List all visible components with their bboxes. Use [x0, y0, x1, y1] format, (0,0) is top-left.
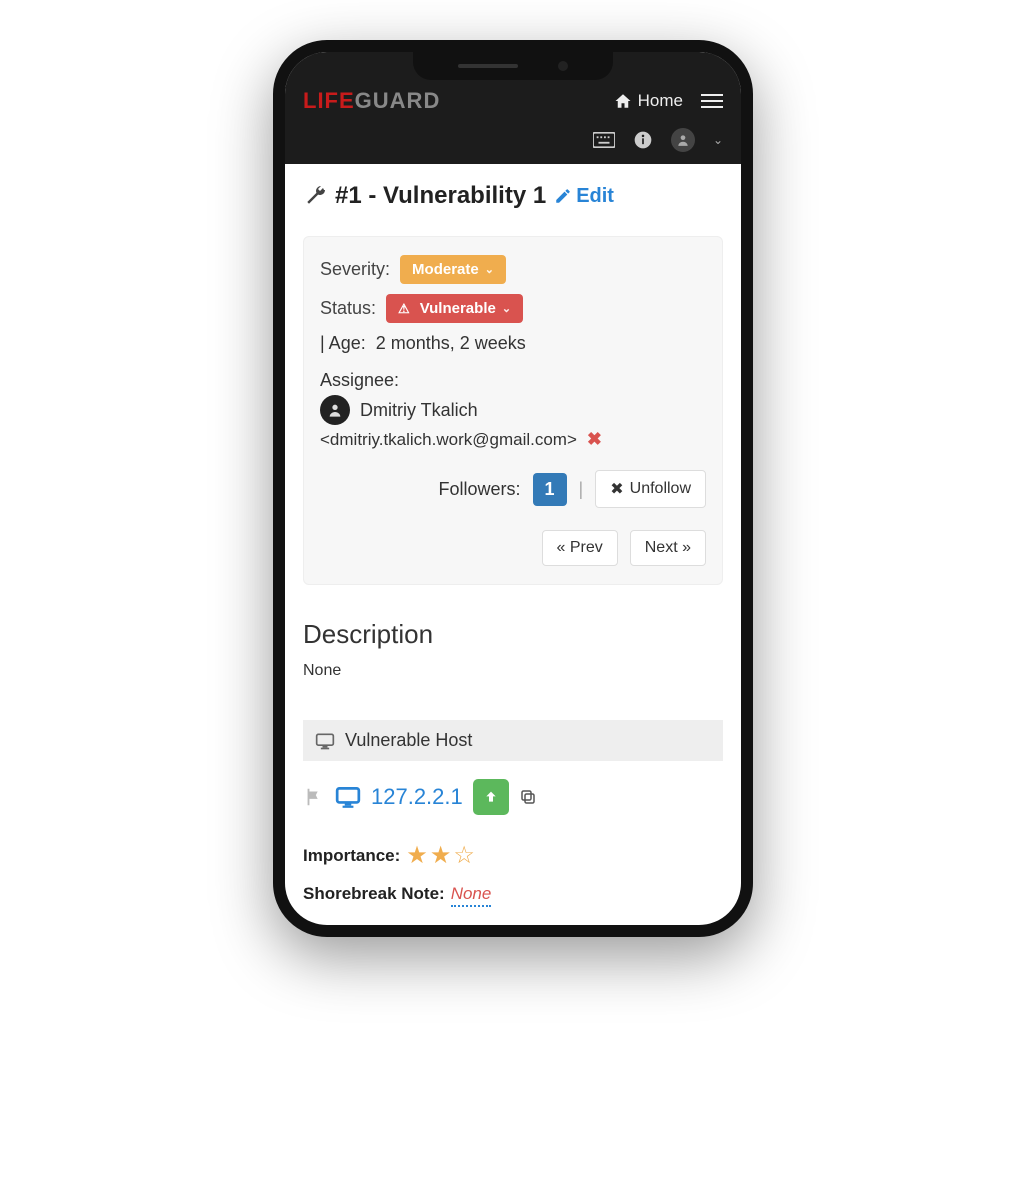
home-icon — [614, 92, 632, 110]
page-title-row: #1 - Vulnerability 1 Edit — [303, 182, 723, 210]
status-label: Status: — [320, 298, 376, 319]
monitor-icon — [315, 732, 335, 750]
description-heading: Description — [303, 619, 723, 650]
keyboard-icon[interactable] — [593, 132, 615, 148]
details-panel: Severity: Moderate ⌄ Status: Vulnerable … — [303, 236, 723, 585]
page-title: #1 - Vulnerability 1 — [335, 182, 546, 210]
wrench-icon — [303, 184, 327, 208]
prev-button[interactable]: « Prev — [542, 530, 618, 566]
next-button[interactable]: Next » — [630, 530, 706, 566]
app-logo: LIFEGUARD — [303, 88, 440, 114]
remove-assignee-button[interactable]: ✖ — [587, 429, 602, 450]
severity-value: Moderate — [412, 261, 479, 278]
shorebreak-note-label: Shorebreak Note: — [303, 884, 445, 907]
host-ip-link[interactable]: 127.2.2.1 — [371, 784, 463, 810]
warning-icon — [398, 300, 414, 317]
assignee-label: Assignee: — [320, 370, 706, 391]
copy-icon[interactable] — [519, 788, 537, 806]
shorebreak-note-value[interactable]: None — [451, 884, 492, 907]
chevron-down-icon[interactable]: ⌄ — [713, 133, 723, 147]
status-value: Vulnerable — [420, 300, 496, 317]
edit-label: Edit — [576, 185, 614, 208]
upload-button[interactable] — [473, 779, 509, 815]
flag-icon[interactable] — [303, 786, 325, 808]
importance-stars[interactable]: ★★☆ — [406, 841, 477, 870]
phone-notch — [413, 52, 613, 80]
age-value: 2 months, 2 weeks — [376, 333, 526, 354]
age-label: | Age: — [320, 333, 366, 354]
severity-dropdown[interactable]: Moderate ⌄ — [400, 255, 506, 284]
host-section-label: Vulnerable Host — [345, 730, 472, 751]
assignee-email: <dmitriy.tkalich.work@gmail.com> — [320, 430, 577, 450]
pencil-icon — [554, 187, 572, 205]
followers-count[interactable]: 1 — [533, 473, 567, 506]
severity-label: Severity: — [320, 259, 390, 280]
user-avatar[interactable] — [671, 128, 695, 152]
importance-label: Importance: — [303, 846, 400, 866]
host-section-header: Vulnerable Host — [303, 720, 723, 761]
chevron-down-icon: ⌄ — [485, 263, 494, 276]
followers-label: Followers: — [439, 479, 521, 500]
edit-link[interactable]: Edit — [554, 185, 614, 208]
divider: | — [579, 479, 584, 500]
chevron-down-icon: ⌄ — [502, 302, 511, 315]
home-label: Home — [638, 91, 683, 111]
monitor-icon — [335, 786, 361, 808]
home-link[interactable]: Home — [614, 91, 683, 111]
info-icon[interactable] — [633, 130, 653, 150]
status-dropdown[interactable]: Vulnerable ⌄ — [386, 294, 523, 323]
assignee-name: Dmitriy Tkalich — [360, 400, 478, 421]
description-body: None — [303, 662, 723, 680]
unfollow-button[interactable]: ✖ Unfollow — [595, 470, 706, 508]
assignee-avatar — [320, 395, 350, 425]
menu-icon[interactable] — [701, 94, 723, 108]
close-icon: ✖ — [610, 479, 623, 499]
